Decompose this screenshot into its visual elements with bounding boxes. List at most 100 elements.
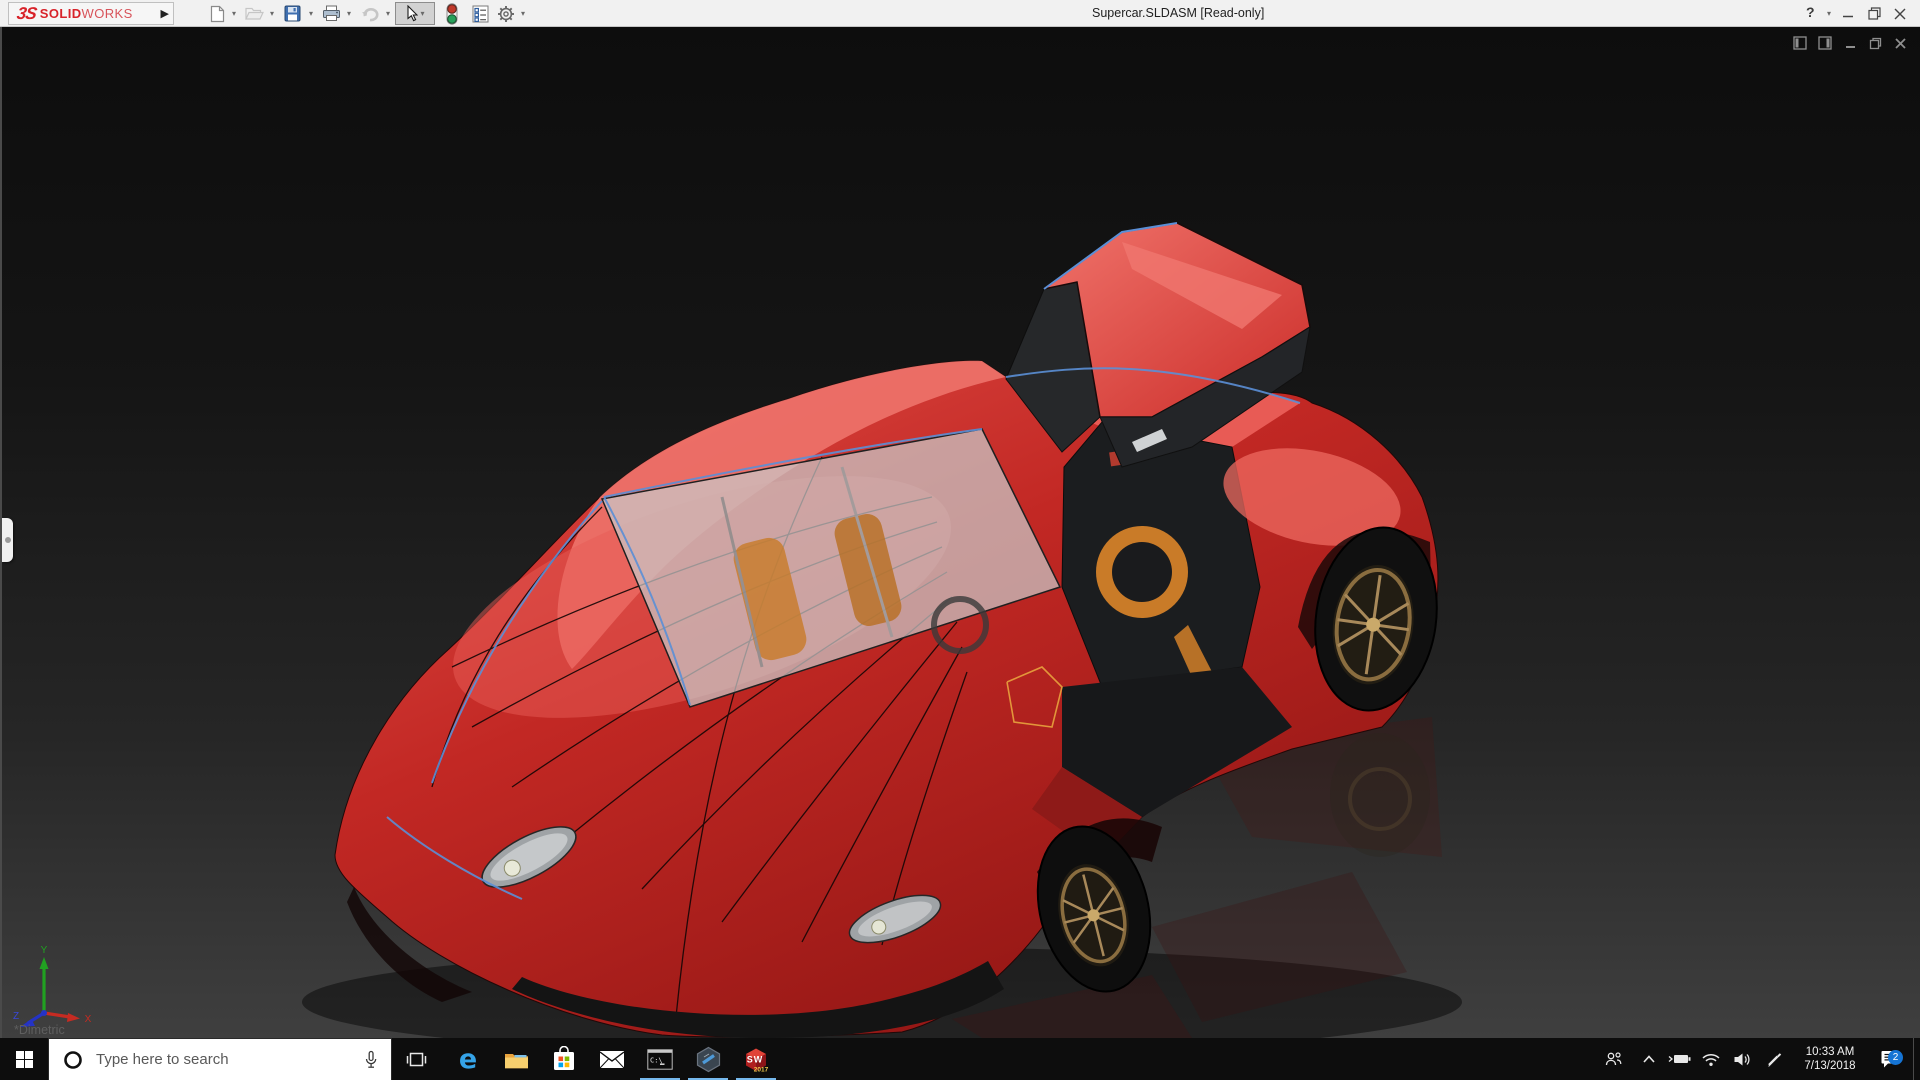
pane-right-icon <box>1818 36 1832 50</box>
restore-button[interactable] <box>1866 3 1882 24</box>
taskbar-app-solidworks[interactable]: SW 2017 <box>732 1038 780 1080</box>
clock-date: 7/13/2018 <box>1804 1060 1856 1072</box>
document-close-button[interactable] <box>1892 35 1908 51</box>
new-document-icon <box>210 5 224 22</box>
svg-text:SW: SW <box>747 1055 764 1065</box>
show-desktop-button[interactable] <box>1913 1038 1920 1080</box>
triad-x-label: X <box>85 1014 92 1025</box>
svg-text:e: e <box>459 1044 477 1074</box>
taskbar-search-box[interactable] <box>48 1038 392 1080</box>
windows-logo-icon <box>15 1050 33 1068</box>
save-floppy-icon <box>284 5 300 22</box>
tray-hidden-icons-button[interactable] <box>1636 1038 1662 1080</box>
select-cursor-icon <box>407 5 419 22</box>
supercar-3d-model[interactable] <box>2 27 1920 1038</box>
tray-wifi-button[interactable] <box>1696 1038 1726 1080</box>
options-button[interactable] <box>496 3 516 24</box>
solidworks-menu-button[interactable]: 3S SOLID WORKS ▶ <box>8 2 174 25</box>
file-properties-icon <box>472 5 488 22</box>
minimize-button[interactable] <box>1840 3 1856 24</box>
graphics-viewport[interactable]: Y X Z *Dimetric <box>0 27 1920 1038</box>
microphone-icon[interactable] <box>363 1050 379 1070</box>
command-prompt-icon: C:\ <box>647 1048 673 1070</box>
cortana-icon <box>64 1050 82 1069</box>
clock-time: 10:33 AM <box>1805 1046 1855 1058</box>
save-dropdown[interactable]: ▾ <box>306 3 316 24</box>
select-dropdown[interactable]: ▾ <box>420 9 424 18</box>
view-orientation-label: *Dimetric <box>14 1023 65 1037</box>
print-icon <box>322 5 340 21</box>
feature-manager-collapsed-tab[interactable] <box>2 518 13 562</box>
svg-text:2017: 2017 <box>754 1067 769 1074</box>
menu-flyout-icon[interactable]: ▶ <box>161 7 169 20</box>
document-minimize-button[interactable] <box>1842 35 1858 51</box>
undo-dropdown[interactable]: ▾ <box>383 3 393 24</box>
document-window-controls <box>1792 35 1908 51</box>
doc-minimize-icon <box>1845 45 1855 48</box>
solidworks-2017-icon: SW 2017 <box>746 1048 769 1074</box>
print-dropdown[interactable]: ▾ <box>344 3 354 24</box>
minimize-icon <box>1843 15 1853 17</box>
solidworks-logo-mark: 3S <box>15 3 38 23</box>
select-tool-button[interactable]: ▾ <box>395 2 435 25</box>
open-folder-icon <box>244 7 264 20</box>
file-explorer-icon <box>504 1053 528 1068</box>
print-button[interactable] <box>320 3 342 24</box>
undo-arrow-icon <box>361 7 378 21</box>
close-button[interactable] <box>1892 3 1908 24</box>
taskbar-app-edge[interactable]: e <box>444 1038 492 1080</box>
people-icon <box>1605 1052 1621 1066</box>
action-center-button[interactable]: 2 <box>1868 1038 1912 1080</box>
tray-people-button[interactable] <box>1596 1038 1630 1080</box>
start-button[interactable] <box>0 1038 48 1080</box>
taskbar-app-store[interactable] <box>540 1038 588 1080</box>
taskbar: e C:\ <box>0 1038 1920 1080</box>
pen-icon <box>1767 1052 1781 1067</box>
display-pane-left-button[interactable] <box>1792 35 1808 51</box>
task-view-icon <box>406 1052 426 1066</box>
display-pane-right-button[interactable] <box>1817 35 1833 51</box>
taskbar-app-command-prompt[interactable]: C:\ <box>636 1038 684 1080</box>
rebuild-button[interactable] <box>444 2 460 25</box>
hexagon-app-icon <box>696 1046 720 1072</box>
file-properties-button[interactable] <box>470 3 490 24</box>
triad-y-label: Y <box>41 945 48 956</box>
task-view-button[interactable] <box>392 1038 440 1080</box>
search-input[interactable] <box>94 1050 363 1069</box>
doc-restore-icon <box>1869 37 1881 49</box>
taskbar-app-hexagon[interactable] <box>684 1038 732 1080</box>
pane-left-icon <box>1793 36 1807 50</box>
save-button[interactable] <box>282 3 302 24</box>
document-restore-button[interactable] <box>1867 35 1883 51</box>
store-icon <box>554 1046 574 1070</box>
taskbar-app-mail[interactable] <box>588 1038 636 1080</box>
open-button[interactable] <box>243 3 265 24</box>
rebuild-traffic-light-icon <box>446 2 458 25</box>
undo-button[interactable] <box>359 3 381 24</box>
close-icon <box>1894 8 1906 19</box>
reference-triad: Y X Z <box>13 945 92 1027</box>
doc-close-icon <box>1894 37 1906 49</box>
speaker-icon <box>1734 1053 1749 1065</box>
new-document-button[interactable] <box>207 3 227 24</box>
edge-icon: e <box>459 1044 477 1074</box>
notification-badge: 2 <box>1888 1050 1903 1065</box>
new-document-dropdown[interactable]: ▾ <box>229 3 239 24</box>
gear-icon <box>498 5 514 22</box>
tray-clock[interactable]: 10:33 AM 7/13/2018 <box>1792 1038 1868 1080</box>
restore-icon <box>1867 7 1881 20</box>
battery-charging-icon <box>1668 1055 1691 1063</box>
help-button[interactable]: ? <box>1806 4 1815 20</box>
options-dropdown[interactable]: ▾ <box>518 3 528 24</box>
taskbar-app-file-explorer[interactable] <box>492 1038 540 1080</box>
title-bar: 3S SOLID WORKS ▶ ▾ ▾ ▾ ▾ ▾ ▾ ▾ Supercar.… <box>0 0 1920 27</box>
window-title: Supercar.SLDASM [Read-only] <box>1092 6 1265 20</box>
tray-battery-button[interactable] <box>1664 1038 1696 1080</box>
open-dropdown[interactable]: ▾ <box>267 3 277 24</box>
tray-windows-ink-button[interactable] <box>1758 1038 1790 1080</box>
tab-grip-dot <box>5 537 11 543</box>
tray-volume-button[interactable] <box>1726 1038 1758 1080</box>
mail-icon <box>599 1050 625 1068</box>
help-dropdown[interactable]: ▾ <box>1824 3 1834 24</box>
wifi-icon <box>1702 1053 1720 1066</box>
